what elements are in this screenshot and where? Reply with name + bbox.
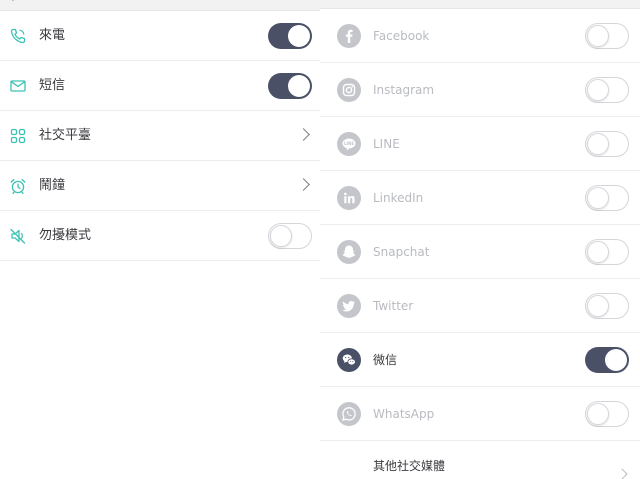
app-row-linkedin[interactable]: LinkedIn xyxy=(320,171,640,225)
toggle-knob xyxy=(587,241,609,263)
do-not-disturb-toggle[interactable] xyxy=(268,223,312,249)
app-label: Facebook xyxy=(373,29,430,43)
app-label: Snapchat xyxy=(373,245,430,259)
line-icon: LINE xyxy=(337,132,361,156)
app-label: Instagram xyxy=(373,83,435,97)
wechat-toggle[interactable] xyxy=(585,347,629,373)
setting-row-sms[interactable]: 短信 xyxy=(0,61,320,111)
chevron-right-icon xyxy=(616,468,628,479)
toggle-knob xyxy=(587,133,609,155)
sms-toggle[interactable] xyxy=(268,73,312,99)
apps-grid-icon xyxy=(10,128,26,144)
setting-label: 社交平臺 xyxy=(39,128,92,143)
twitter-toggle[interactable] xyxy=(585,293,629,319)
toggle-knob xyxy=(587,25,609,47)
setting-label: 短信 xyxy=(39,78,66,93)
chevron-right-icon xyxy=(297,128,310,141)
app-row-line[interactable]: LINE LINE xyxy=(320,117,640,171)
svg-text:LINE: LINE xyxy=(344,141,354,146)
phone-icon xyxy=(10,28,26,44)
back-chevron-icon[interactable] xyxy=(8,0,18,2)
setting-label: 勿擾模式 xyxy=(39,228,92,243)
toggle-knob xyxy=(288,25,310,47)
chevron-right-icon xyxy=(297,178,310,191)
toggle-knob xyxy=(587,79,609,101)
app-label: LINE xyxy=(373,137,400,151)
instagram-icon xyxy=(337,78,361,102)
toggle-knob xyxy=(605,349,627,371)
toggle-knob xyxy=(587,295,609,317)
social-apps-pane: Facebook Instagram LINE LINE LinkedIn Sn… xyxy=(320,0,640,479)
setting-row-do-not-disturb[interactable]: 勿擾模式 xyxy=(0,211,320,261)
app-row-instagram[interactable]: Instagram xyxy=(320,63,640,117)
twitter-icon xyxy=(337,294,361,318)
setting-row-calls[interactable]: 來電 xyxy=(0,11,320,61)
alarm-clock-icon xyxy=(10,178,26,195)
app-label: 微信 xyxy=(373,353,398,367)
whatsapp-icon xyxy=(337,402,361,426)
setting-row-alarm[interactable]: 鬧鐘 xyxy=(0,161,320,211)
app-row-facebook[interactable]: Facebook xyxy=(320,9,640,63)
toggle-knob xyxy=(270,225,292,247)
line-toggle[interactable] xyxy=(585,131,629,157)
toggle-knob xyxy=(587,187,609,209)
linkedin-toggle[interactable] xyxy=(585,185,629,211)
app-label: Twitter xyxy=(373,299,414,313)
top-bar xyxy=(320,0,640,9)
app-row-twitter[interactable]: Twitter xyxy=(320,279,640,333)
app-label: WhatsApp xyxy=(373,407,435,421)
app-label: LinkedIn xyxy=(373,191,424,205)
other-social-media-row[interactable]: 其他社交媒體 xyxy=(320,446,640,479)
instagram-toggle[interactable] xyxy=(585,77,629,103)
app-row-whatsapp[interactable]: WhatsApp xyxy=(320,387,640,441)
facebook-icon xyxy=(337,24,361,48)
wechat-icon xyxy=(337,348,361,372)
other-social-media-label: 其他社交媒體 xyxy=(373,459,446,473)
facebook-toggle[interactable] xyxy=(585,23,629,49)
notification-settings-pane: 來電 短信 社交平臺 鬧鐘 勿擾模式 xyxy=(0,0,320,479)
calls-toggle[interactable] xyxy=(268,23,312,49)
toggle-knob xyxy=(288,75,310,97)
setting-label: 鬧鐘 xyxy=(39,178,66,193)
snapchat-icon xyxy=(337,240,361,264)
top-bar xyxy=(0,0,320,11)
whatsapp-toggle[interactable] xyxy=(585,401,629,427)
setting-row-social[interactable]: 社交平臺 xyxy=(0,111,320,161)
message-icon xyxy=(10,80,26,92)
app-row-snapchat[interactable]: Snapchat xyxy=(320,225,640,279)
toggle-knob xyxy=(587,403,609,425)
mute-speaker-icon xyxy=(10,228,26,244)
setting-label: 來電 xyxy=(39,28,66,43)
linkedin-icon xyxy=(337,186,361,210)
snapchat-toggle[interactable] xyxy=(585,239,629,265)
app-row-wechat[interactable]: 微信 xyxy=(320,333,640,387)
